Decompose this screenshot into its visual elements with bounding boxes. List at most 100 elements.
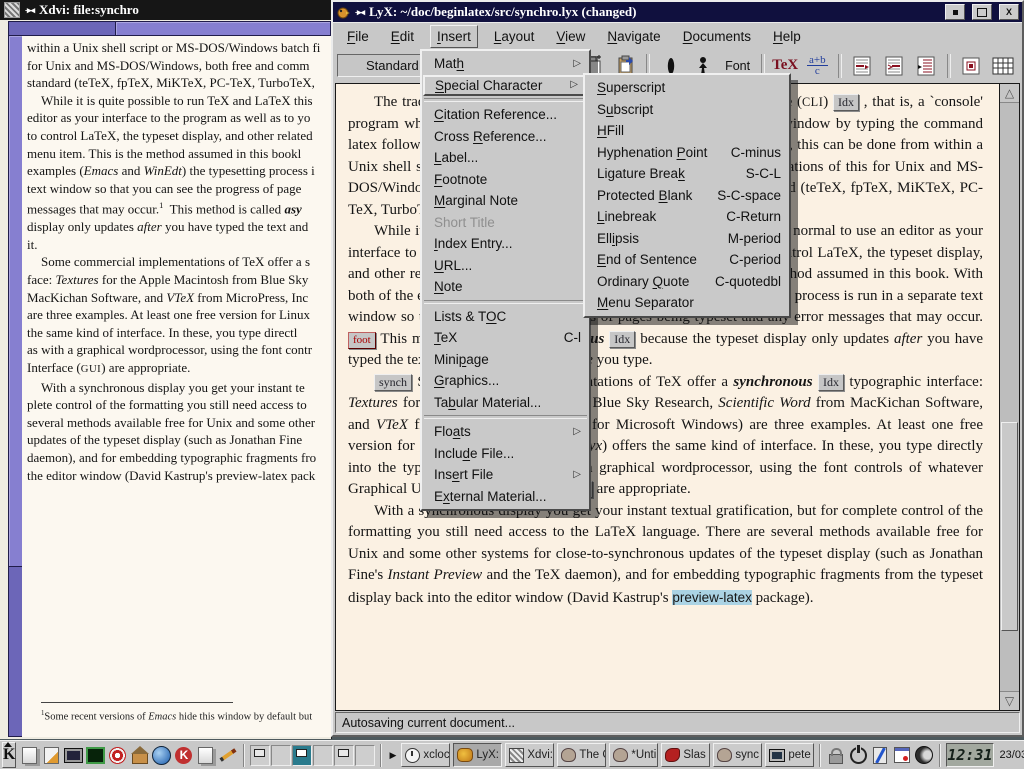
- xdvi-horizontal-scrollbar[interactable]: [8, 21, 331, 36]
- insert-graphics-button[interactable]: [957, 51, 986, 80]
- task-button-unti[interactable]: *Unti: [609, 743, 658, 767]
- horizontal-scrollbar-thumb[interactable]: [115, 22, 330, 35]
- pager-desktop-1[interactable]: [250, 745, 270, 766]
- menu-shortcut: S-C-L: [746, 167, 781, 181]
- menu-item-lists-toc[interactable]: Lists & TOC: [422, 306, 589, 328]
- task-button-slas[interactable]: Slas: [661, 743, 710, 767]
- task-button-lyx[interactable]: LyX:: [453, 743, 502, 767]
- pager-desktop-5[interactable]: [334, 745, 354, 766]
- task-button-sync[interactable]: sync: [713, 743, 762, 767]
- menu-item-short-title[interactable]: Short Title: [422, 212, 589, 234]
- scroll-up-arrow-icon[interactable]: △: [1000, 84, 1019, 103]
- submenu-item-end-of-sentence[interactable]: End of SentenceC-period: [585, 249, 789, 271]
- menu-item-marginal-note[interactable]: Marginal Note: [422, 190, 589, 212]
- submenu-item-ligature-break[interactable]: Ligature BreakS-C-L: [585, 163, 789, 185]
- submenu-item-protected-blank[interactable]: Protected BlankS-C-space: [585, 185, 789, 207]
- menubar-edit[interactable]: Edit: [385, 26, 420, 47]
- menu-item-insert-file[interactable]: Insert File: [422, 464, 589, 486]
- vertical-scrollbar-thumb[interactable]: [9, 36, 22, 567]
- menu-item-index-entry[interactable]: Index Entry...: [422, 233, 589, 255]
- help-launcher-icon[interactable]: [107, 744, 128, 766]
- organizer-tray-icon[interactable]: [892, 744, 912, 766]
- menubar-view[interactable]: View: [550, 26, 591, 47]
- lyx-titlebar[interactable]: LyX: ~/doc/beginlatex/src/synchro.lyx (c…: [333, 2, 1022, 22]
- xdvi-vertical-scrollbar[interactable]: [8, 35, 23, 737]
- taskbar-date[interactable]: 23/03/03: [997, 749, 1024, 761]
- panel-separator: [380, 744, 382, 767]
- taskbar-clock[interactable]: 12:31: [946, 743, 993, 767]
- menu-item-cross-reference[interactable]: Cross Reference...: [422, 126, 589, 148]
- lyx-vertical-scrollbar[interactable]: △ ▽: [999, 84, 1019, 710]
- task-button-xdvi[interactable]: Xdvi:: [505, 743, 554, 767]
- task-button-the-g[interactable]: The G: [557, 743, 606, 767]
- terminal-launcher-icon[interactable]: [85, 744, 106, 766]
- inset-idx[interactable]: Idx: [609, 331, 635, 348]
- depth-button[interactable]: [912, 51, 941, 80]
- task-button-area: xclocLyX:Xdvi:The G*UntiSlassyncpete◀: [401, 743, 814, 767]
- globe-launcher-icon[interactable]: [151, 744, 172, 766]
- power-tray-icon[interactable]: [848, 744, 868, 766]
- inset-idx[interactable]: Idx: [818, 374, 844, 391]
- menu-item-citation-reference[interactable]: Citation Reference...: [422, 104, 589, 126]
- menu-shortcut: C-l: [564, 331, 581, 345]
- taskbar-expand-arrow-icon[interactable]: ▶: [387, 750, 398, 761]
- submenu-item-ordinary-quote[interactable]: Ordinary QuoteC-quotedbl: [585, 271, 789, 293]
- kde-help-launcher-icon[interactable]: [173, 744, 194, 766]
- lock-tray-icon[interactable]: [826, 744, 846, 766]
- menubar-insert[interactable]: Insert: [430, 25, 478, 48]
- inset-idx[interactable]: Idx: [833, 94, 859, 111]
- moon-tray-icon[interactable]: [914, 744, 934, 766]
- pager-desktop-6[interactable]: [355, 745, 375, 766]
- minimize-button[interactable]: [945, 4, 965, 20]
- menubar-help[interactable]: Help: [767, 26, 807, 47]
- submenu-item-subscript[interactable]: Subscript: [585, 99, 789, 121]
- scrollbar-thumb[interactable]: [1001, 422, 1018, 631]
- notes-launcher-icon[interactable]: [41, 744, 62, 766]
- files-launcher-icon[interactable]: [19, 744, 40, 766]
- inset-synch[interactable]: synch: [374, 374, 412, 391]
- task-button-pete[interactable]: pete◀: [765, 743, 814, 767]
- menubar-navigate[interactable]: Navigate: [601, 26, 666, 47]
- xdvi-titlebar[interactable]: Xdvi: file:synchro: [0, 0, 331, 20]
- menu-item-note[interactable]: Note: [422, 276, 589, 298]
- menu-item-tabular-material[interactable]: Tabular Material...: [422, 392, 589, 414]
- submenu-item-menu-separator[interactable]: Menu Separator: [585, 292, 789, 314]
- close-button[interactable]: X: [999, 4, 1019, 20]
- task-button-xcloc[interactable]: xcloc: [401, 743, 450, 767]
- home-launcher-icon[interactable]: [129, 744, 150, 766]
- menu-item-minipage[interactable]: Minipage: [422, 349, 589, 371]
- table-float-button[interactable]: [880, 51, 909, 80]
- menubar-documents[interactable]: Documents: [677, 26, 757, 47]
- maximize-button[interactable]: [972, 4, 992, 20]
- menu-item-tex[interactable]: TeXC-l: [422, 327, 589, 349]
- menu-item-graphics[interactable]: Graphics...: [422, 370, 589, 392]
- klipper-tray-icon[interactable]: [870, 744, 890, 766]
- k-menu-button[interactable]: K: [2, 742, 16, 768]
- menu-item-label[interactable]: Label...: [422, 147, 589, 169]
- pager-desktop-4[interactable]: [313, 745, 333, 766]
- menu-item-math[interactable]: Math: [422, 53, 589, 75]
- submenu-item-hyphenation-point[interactable]: Hyphenation PointC-minus: [585, 142, 789, 164]
- insert-table-button[interactable]: [989, 51, 1018, 80]
- inset-foot[interactable]: foot: [348, 332, 376, 349]
- menu-item-footnote[interactable]: Footnote: [422, 169, 589, 191]
- pager-desktop-3[interactable]: [292, 745, 312, 766]
- screen-launcher-icon[interactable]: [63, 744, 84, 766]
- files2-launcher-icon[interactable]: [195, 744, 216, 766]
- submenu-item-ellipsis[interactable]: EllipsisM-period: [585, 228, 789, 250]
- math-button[interactable]: a+b c: [803, 51, 832, 80]
- menubar-file[interactable]: File: [341, 26, 375, 47]
- submenu-item-hfill[interactable]: HFill: [585, 120, 789, 142]
- submenu-item-linebreak[interactable]: LinebreakC-Return: [585, 206, 789, 228]
- figure-float-button[interactable]: [848, 51, 877, 80]
- pager-desktop-2[interactable]: [271, 745, 291, 766]
- menu-item-url[interactable]: URL...: [422, 255, 589, 277]
- menu-item-external-material[interactable]: External Material...: [422, 486, 589, 508]
- menu-item-special-character[interactable]: Special Character: [423, 75, 588, 97]
- menu-item-include-file[interactable]: Include File...: [422, 443, 589, 465]
- menu-item-floats[interactable]: Floats: [422, 421, 589, 443]
- pen-launcher-icon[interactable]: [217, 744, 238, 766]
- menubar-layout[interactable]: Layout: [488, 26, 541, 47]
- submenu-item-superscript[interactable]: Superscript: [585, 77, 789, 99]
- scroll-down-arrow-icon[interactable]: ▽: [1000, 691, 1019, 710]
